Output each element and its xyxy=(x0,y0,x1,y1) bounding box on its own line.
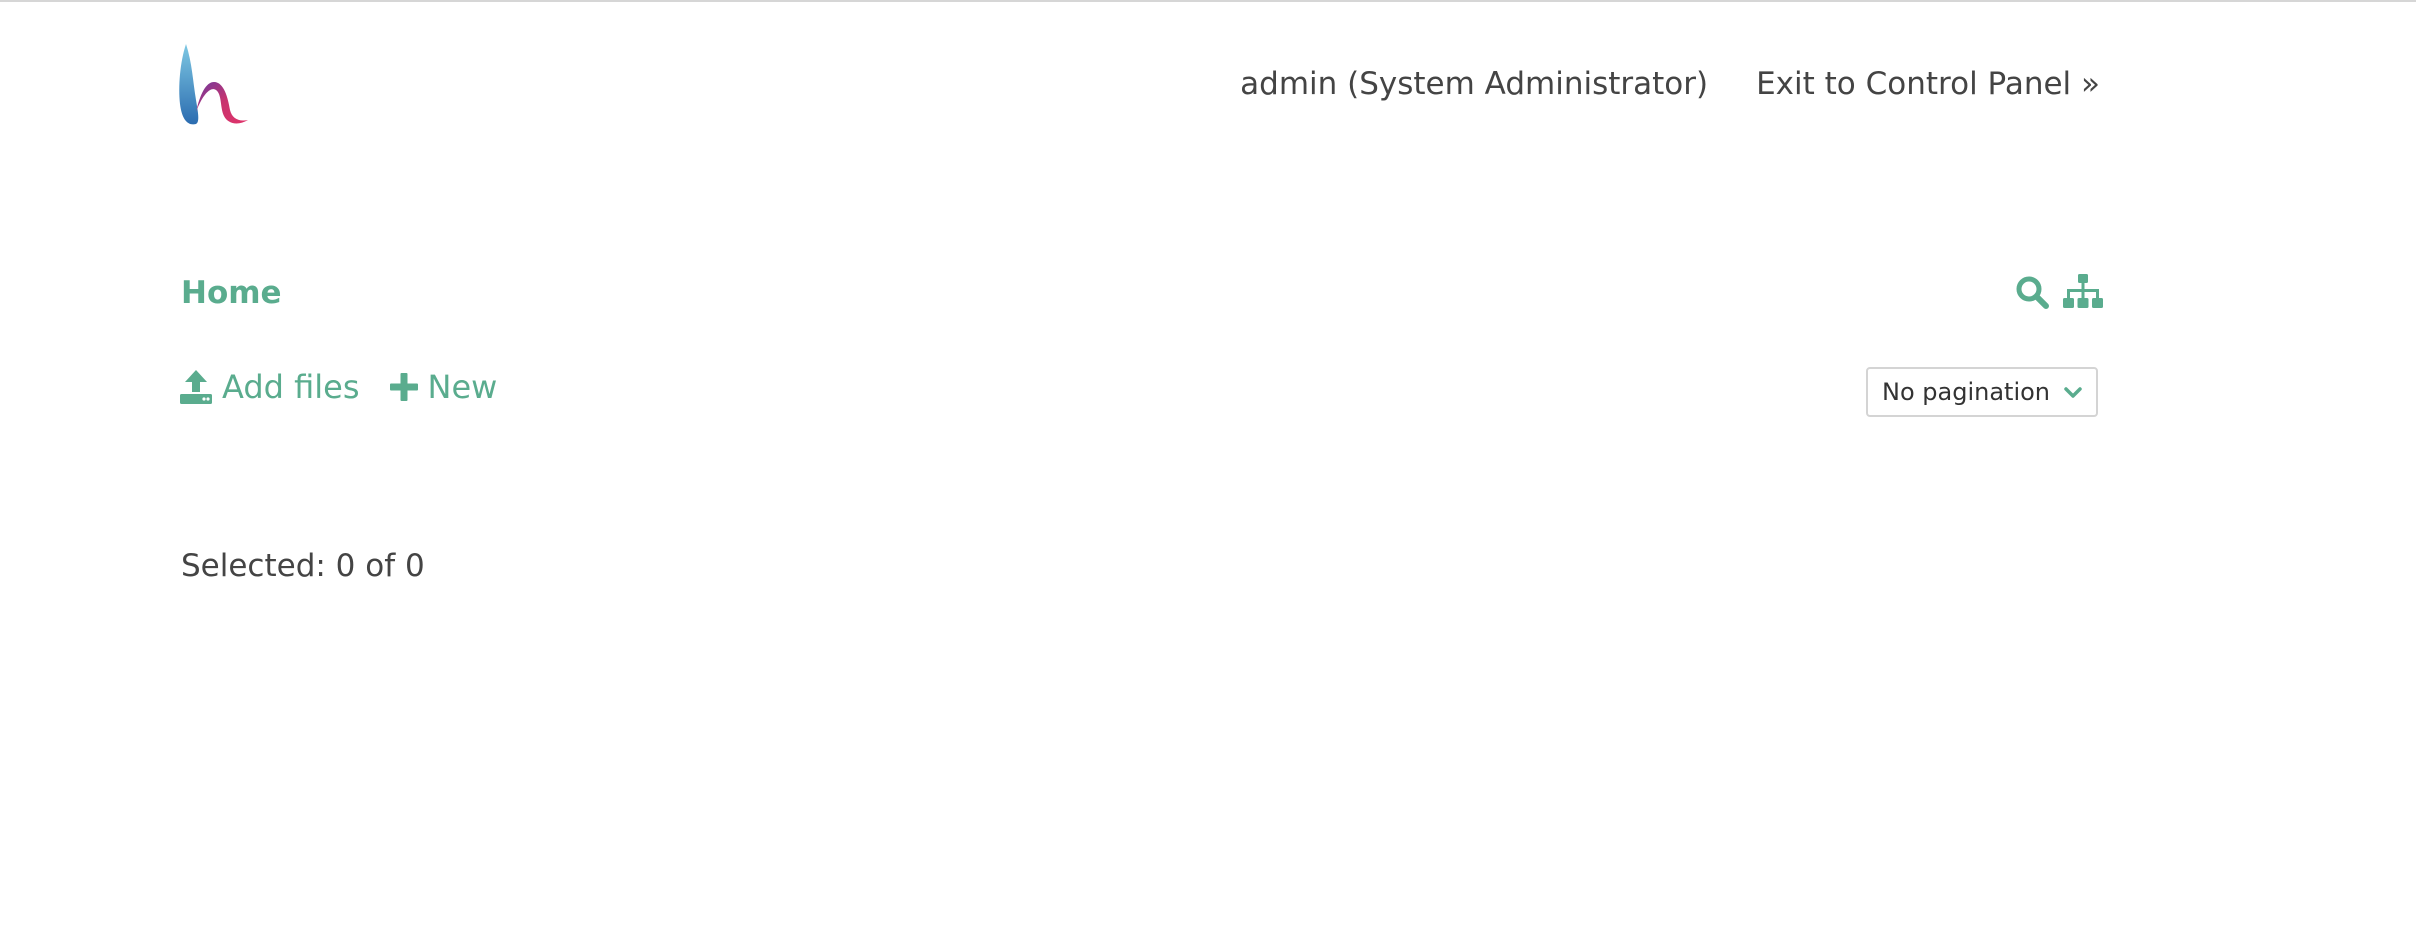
chevron-down-icon xyxy=(2064,378,2082,406)
new-button[interactable]: New xyxy=(389,368,498,406)
selection-summary: Selected: 0 of 0 xyxy=(181,548,425,584)
action-bar: Add files New xyxy=(180,368,497,406)
plus-icon xyxy=(389,373,418,401)
pagination-selected-value: No pagination xyxy=(1882,378,2050,406)
view-tools xyxy=(2015,274,2103,314)
top-nav: admin (System Administrator) Exit to Con… xyxy=(1240,66,2100,102)
exit-control-panel-link[interactable]: Exit to Control Panel » xyxy=(1756,66,2100,102)
app-logo[interactable] xyxy=(178,42,250,128)
pagination-select[interactable]: No pagination xyxy=(1866,367,2098,417)
logo-icon xyxy=(179,44,248,125)
add-files-button[interactable]: Add files xyxy=(180,368,360,406)
add-files-label: Add files xyxy=(222,368,360,406)
upload-icon xyxy=(180,370,212,404)
sitemap-icon[interactable] xyxy=(2063,274,2103,314)
search-icon[interactable] xyxy=(2015,275,2049,313)
user-menu-link[interactable]: admin (System Administrator) xyxy=(1240,66,1708,102)
breadcrumb-home[interactable]: Home xyxy=(181,275,282,311)
new-label: New xyxy=(427,368,498,406)
top-border xyxy=(0,0,2416,2)
